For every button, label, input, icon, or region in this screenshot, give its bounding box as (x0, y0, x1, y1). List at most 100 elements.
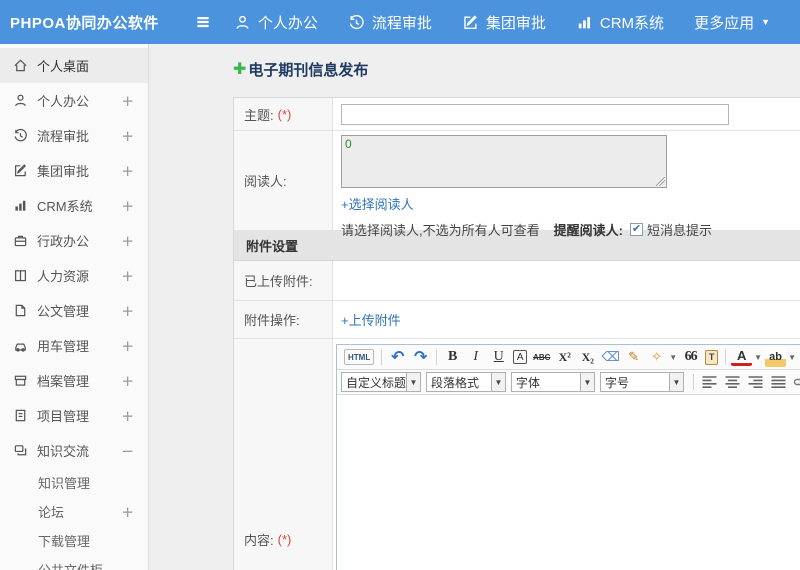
history-icon (13, 128, 28, 143)
expand-plus-icon[interactable]: + (121, 232, 134, 250)
redo-icon[interactable]: ↷ (410, 347, 431, 367)
bold-button[interactable]: B (442, 347, 463, 367)
sidebar-item-crm[interactable]: CRM系统 + (0, 188, 148, 223)
font-family-select[interactable]: 字体 ▼ (511, 372, 595, 392)
readers-label-cell: 阅读人: (234, 131, 333, 230)
caret-down-icon: ▼ (580, 373, 594, 391)
topnav-group-approval[interactable]: 集团审批 (462, 12, 546, 33)
sidebar-item-label: 行政办公 (37, 234, 90, 249)
topnav-more-apps[interactable]: 更多应用 ▼ (694, 12, 770, 33)
readers-hint-text: 请选择阅读人,不选为所有人可查看 (341, 223, 540, 238)
sidebar-subitem-public-cabinet[interactable]: 公共文件柜 (0, 555, 148, 570)
top-nav: 个人办公 流程审批 集团审批 CRM系统 更多应用 ▼ (234, 12, 800, 33)
sidebar-item-admin-office[interactable]: 行政办公 + (0, 223, 148, 258)
editor-content-area[interactable] (337, 395, 800, 570)
align-center-icon[interactable] (722, 375, 743, 389)
auto-typeset-icon[interactable]: ✧ (646, 347, 667, 367)
readers-textarea[interactable]: 0 (341, 135, 667, 188)
expand-plus-icon[interactable]: + (121, 92, 134, 110)
sidebar-item-vehicle-mgmt[interactable]: 用车管理 + (0, 328, 148, 363)
sidebar-subitem-download-mgmt[interactable]: 下载管理 (0, 526, 148, 555)
highlight-color-button[interactable]: ab (765, 347, 787, 367)
topnav-crm[interactable]: CRM系统 (576, 12, 664, 33)
sidebar-subitem-label: 论坛 (38, 505, 65, 520)
blockquote-button[interactable]: 66 (680, 347, 701, 367)
select-readers-link[interactable]: +选择阅读人 (341, 194, 414, 213)
link-icon[interactable] (791, 375, 800, 389)
undo-icon[interactable]: ↶ (387, 347, 408, 367)
readers-row: 阅读人: 0 +选择阅读人 请选择阅读人,不选为所有人可查看 提醒阅读人: ✔ … (234, 131, 800, 238)
main-content: ✚ 电子期刊信息发布 主题: (*) 阅读人: 0 +选择阅读人 请选择阅读人,… (149, 44, 800, 570)
hamburger-menu-icon[interactable] (184, 13, 222, 31)
paragraph-select[interactable]: 段落格式 ▼ (426, 372, 506, 392)
sidebar-item-personal-desktop[interactable]: 个人桌面 (0, 48, 148, 83)
expand-plus-icon[interactable]: + (121, 337, 134, 355)
sidebar-subitem-knowledge-mgmt[interactable]: 知识管理 (0, 468, 148, 497)
sidebar: 个人桌面 个人办公 + 流程审批 + 集团审批 + CRM系统 + 行政办公 + (0, 44, 149, 570)
superscript-button[interactable]: X² (554, 347, 575, 367)
sidebar-subitem-label: 知识管理 (38, 476, 91, 491)
font-size-select-value: 字号 (605, 375, 630, 390)
car-icon (13, 338, 28, 353)
font-size-select[interactable]: 字号 ▼ (600, 372, 684, 392)
topnav-personal-office[interactable]: 个人办公 (234, 12, 318, 33)
caret-down-icon[interactable]: ▼ (788, 353, 796, 362)
expand-plus-icon[interactable]: + (121, 503, 134, 521)
content-label-cell: 内容: (*) (234, 339, 333, 570)
sidebar-item-personal-office[interactable]: 个人办公 + (0, 83, 148, 118)
sidebar-subitem-label: 公共文件柜 (38, 560, 103, 570)
edit-icon (13, 163, 28, 178)
expand-plus-icon[interactable]: + (121, 197, 134, 215)
uploaded-label-cell: 已上传附件: (234, 261, 333, 300)
caret-down-icon[interactable]: ▼ (754, 353, 762, 362)
resize-grip[interactable] (656, 177, 665, 186)
font-color-button[interactable]: A (731, 348, 753, 366)
hamburger-icon (194, 13, 212, 31)
paste-plain-button[interactable]: T (705, 349, 719, 365)
sidebar-item-hr[interactable]: 人力资源 + (0, 258, 148, 293)
sidebar-item-workflow-approval[interactable]: 流程审批 + (0, 118, 148, 153)
format-brush-icon[interactable]: ✎ (623, 347, 644, 367)
remove-format-icon[interactable]: ⌫ (600, 347, 621, 367)
readers-note-row: 请选择阅读人,不选为所有人可查看 提醒阅读人: ✔ 短消息提示 (341, 220, 800, 239)
sidebar-item-knowledge-exchange[interactable]: 知识交流 − (0, 433, 148, 468)
expand-plus-icon[interactable]: + (121, 162, 134, 180)
app-logo: PHPOA协同办公软件 (10, 14, 159, 32)
sms-checkbox[interactable]: ✔ (629, 223, 643, 236)
topnav-workflow-approval[interactable]: 流程审批 (348, 12, 432, 33)
collapse-minus-icon[interactable]: − (121, 442, 134, 460)
sidebar-item-group-approval[interactable]: 集团审批 + (0, 153, 148, 188)
expand-plus-icon[interactable]: + (121, 267, 134, 285)
sidebar-item-label: 档案管理 (37, 374, 90, 389)
paragraph-select-value: 段落格式 (431, 375, 480, 390)
subject-label-cell: 主题: (*) (234, 98, 333, 130)
expand-plus-icon[interactable]: + (121, 302, 134, 320)
align-justify-icon[interactable] (768, 375, 789, 389)
underline-button[interactable]: U (488, 347, 509, 367)
toolbar-separator (436, 349, 438, 365)
source-code-button[interactable]: HTML (344, 349, 375, 365)
caret-down-icon[interactable]: ▼ (669, 353, 677, 362)
font-family-select-value: 字体 (516, 375, 541, 390)
align-right-icon[interactable] (745, 375, 766, 389)
heading-select[interactable]: 自定义标题 ▼ (341, 372, 421, 392)
sidebar-item-archive-mgmt[interactable]: 档案管理 + (0, 363, 148, 398)
upload-attachment-link[interactable]: +上传附件 (341, 310, 401, 329)
expand-plus-icon[interactable]: + (121, 127, 134, 145)
sidebar-item-project-mgmt[interactable]: 项目管理 + (0, 398, 148, 433)
italic-button[interactable]: I (465, 347, 486, 367)
subscript-button[interactable]: X₂ (577, 347, 598, 367)
caret-down-icon: ▼ (669, 373, 683, 391)
subject-input[interactable] (341, 103, 729, 125)
toolbar-separator (381, 349, 383, 365)
strikethrough-button[interactable]: ABC (531, 347, 552, 367)
caret-down-icon: ▼ (406, 373, 420, 391)
sidebar-item-document-mgmt[interactable]: 公文管理 + (0, 293, 148, 328)
page-header: ✚ 电子期刊信息发布 (233, 58, 800, 80)
sidebar-subitem-forum[interactable]: 论坛 + (0, 497, 148, 526)
font-style-button[interactable]: A (513, 350, 528, 364)
expand-plus-icon[interactable]: + (121, 372, 134, 390)
expand-plus-icon[interactable]: + (121, 407, 134, 425)
briefcase-icon (13, 233, 28, 248)
align-left-icon[interactable] (699, 375, 720, 389)
